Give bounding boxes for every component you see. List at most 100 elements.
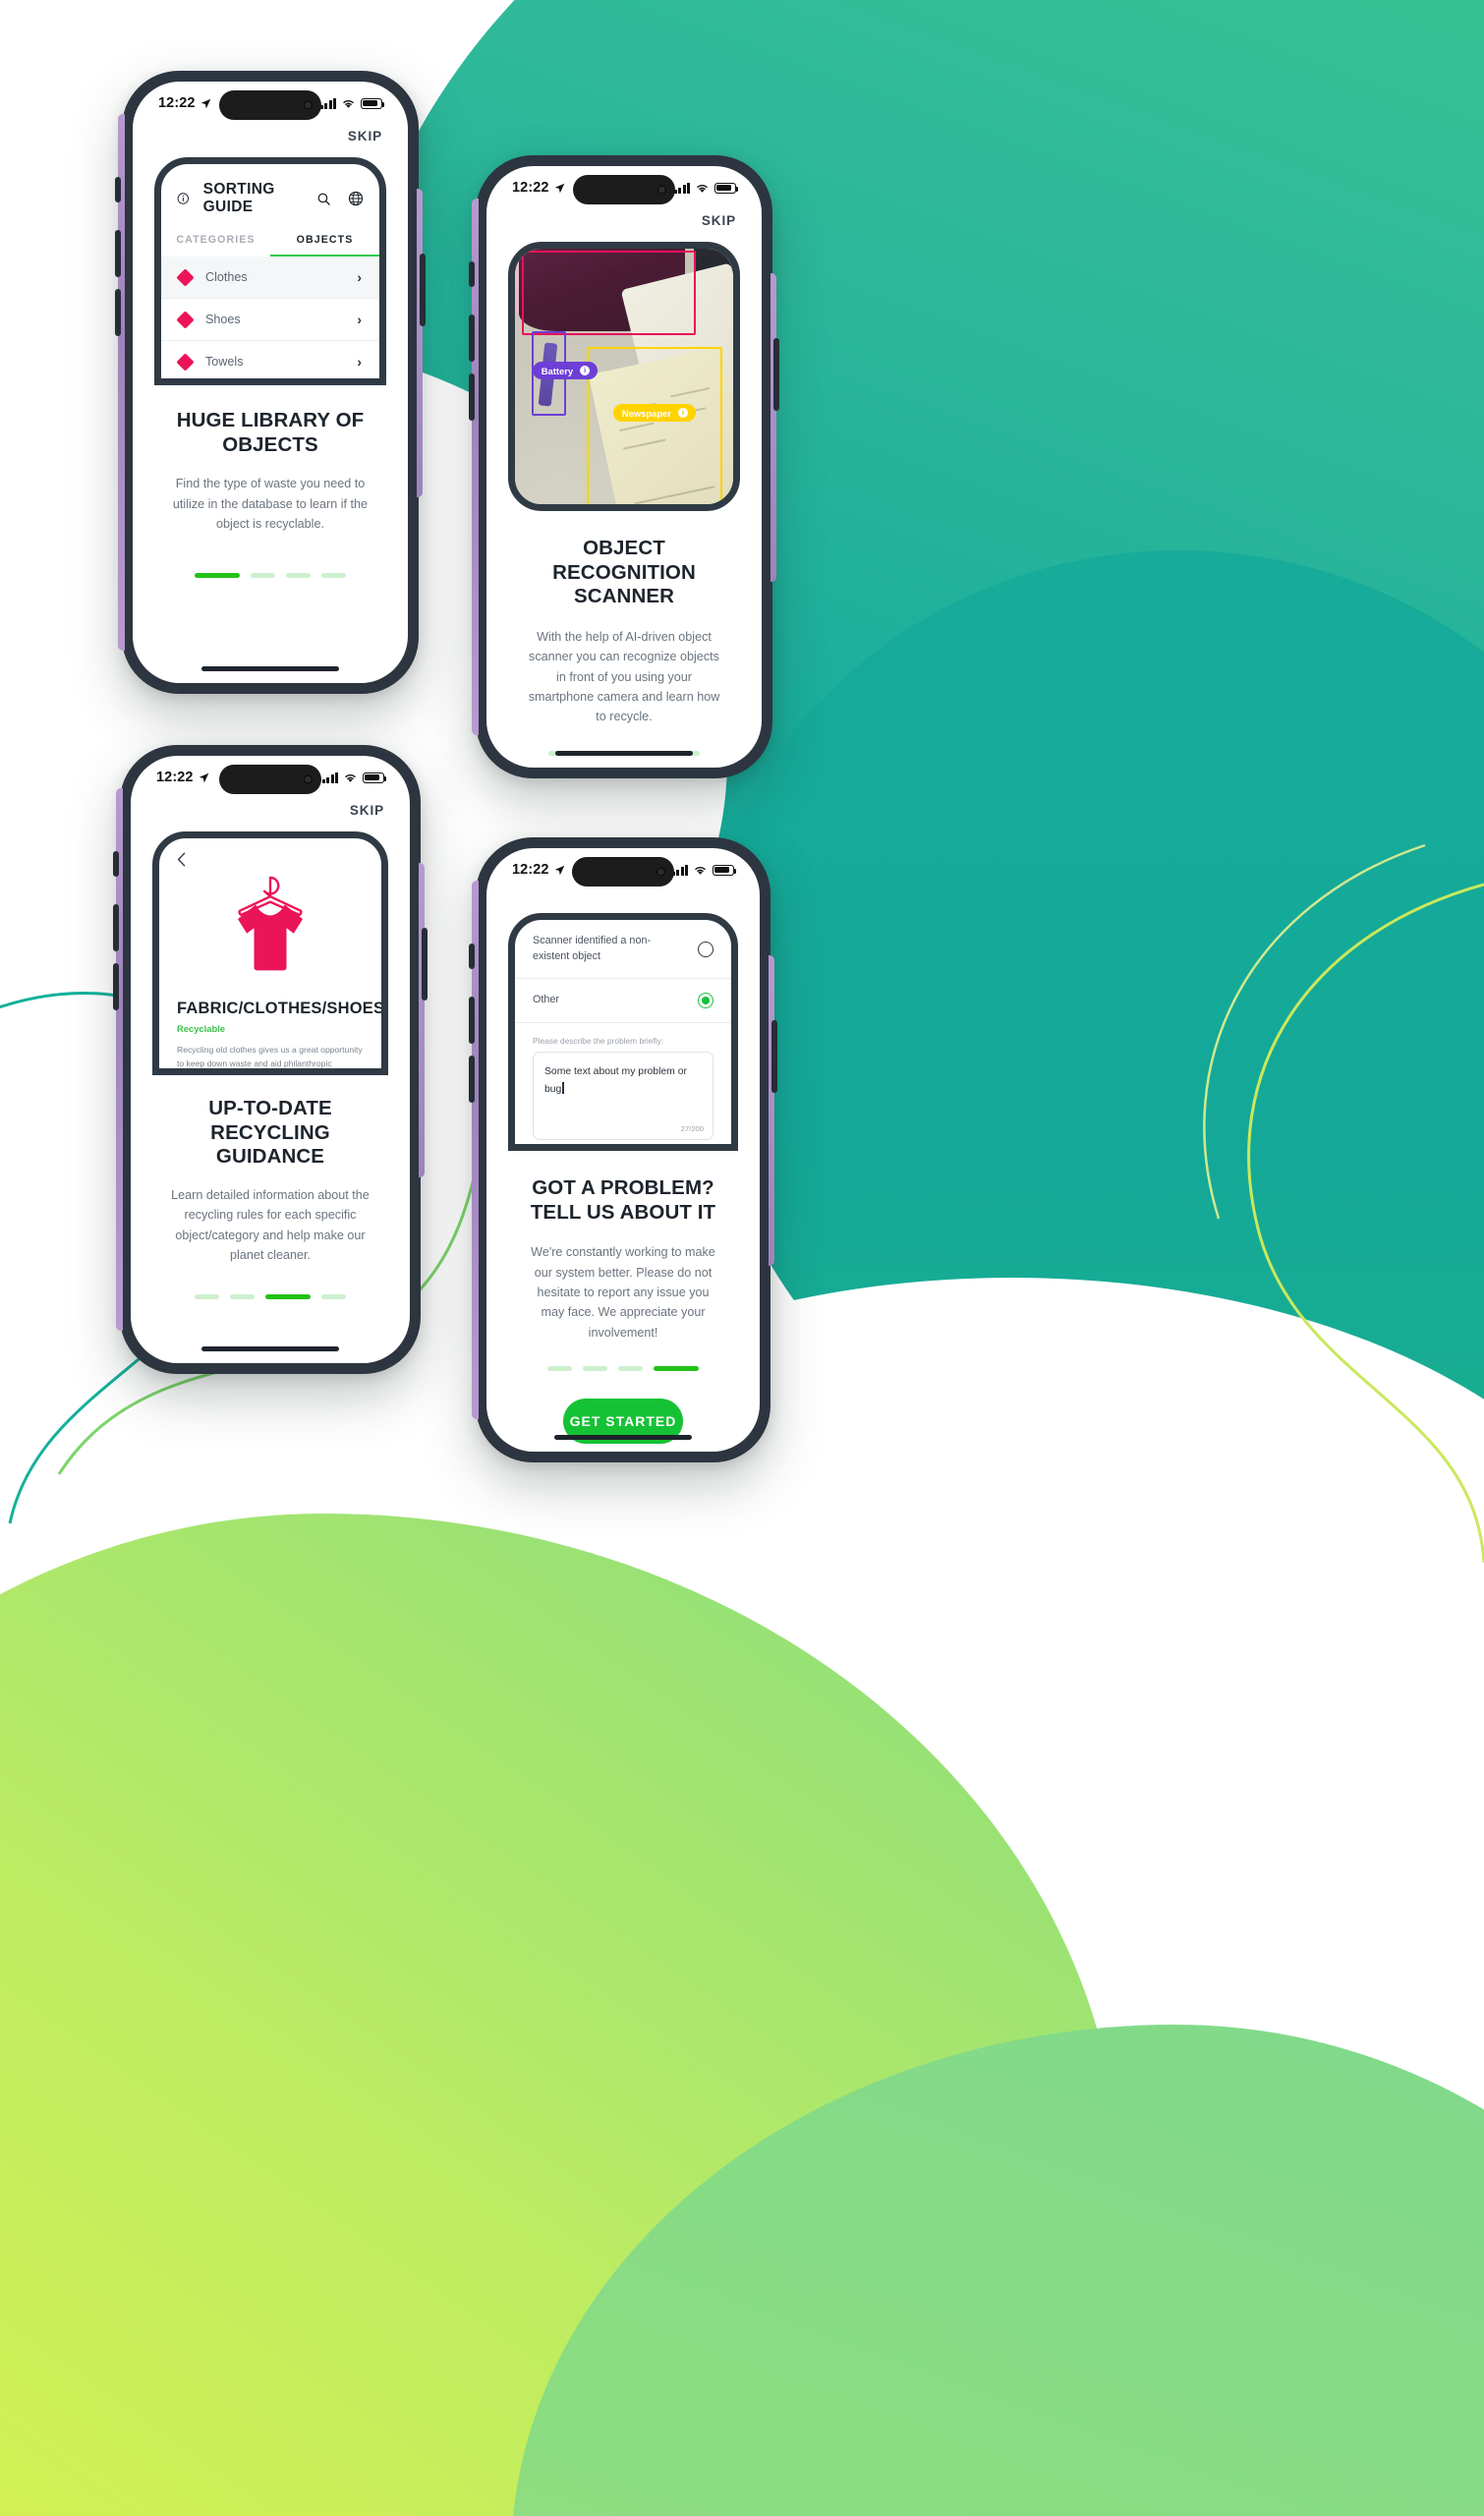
status-bar: 12:22	[486, 166, 762, 209]
status-bar: 12:22	[131, 756, 410, 799]
page-title: UP-TO-DATE RECYCLING GUIDANCE	[208, 1097, 332, 1169]
sorting-guide-title: SORTING GUIDE	[202, 181, 275, 215]
cellular-signal-icon	[674, 182, 690, 194]
dynamic-island	[219, 765, 321, 794]
detection-tag-label: Battery	[541, 365, 574, 376]
pagination-dot[interactable]	[654, 1366, 699, 1372]
detail-title: FABRIC/CLOTHES/SHOES	[177, 1000, 385, 1017]
search-icon[interactable]	[316, 192, 331, 206]
status-bar: 12:22	[133, 82, 408, 125]
detection-tag-battery[interactable]: Battery i	[532, 362, 599, 379]
dynamic-island	[572, 857, 674, 886]
pagination-dot[interactable]	[321, 1294, 346, 1300]
decorative-wave-right	[1203, 843, 1484, 1564]
skip-row: SKIP	[133, 125, 408, 143]
back-button[interactable]	[159, 838, 381, 872]
pagination-dot[interactable]	[286, 573, 311, 579]
status-bar-indicators	[320, 97, 385, 109]
onboarding-copy-feedback: GOT A PROBLEM? TELL US ABOUT IT We're co…	[486, 1176, 760, 1445]
pagination-dot[interactable]	[618, 1366, 643, 1372]
battery-icon	[363, 772, 387, 783]
detail-body: Recycling old clothes gives us a great o…	[177, 1045, 363, 1068]
radio-button-selected[interactable]	[698, 993, 713, 1009]
pagination-dot[interactable]	[195, 573, 240, 579]
poster-canvas: 12:22 SKIP SORTING GUIDE CATEGORIES OBJE…	[0, 0, 1484, 2516]
app-preview-sorting-guide: SORTING GUIDE CATEGORIES OBJECTS Clothes…	[154, 157, 386, 385]
home-indicator	[201, 1346, 339, 1351]
info-circle-icon[interactable]	[177, 191, 190, 206]
globe-icon[interactable]	[348, 191, 364, 206]
onboarding-copy-scanner: OBJECT RECOGNITION SCANNER With the help…	[486, 537, 762, 756]
detection-tag-newspaper[interactable]: Newspaper i	[612, 404, 696, 422]
radio-button-unselected[interactable]	[698, 941, 713, 957]
page-description: With the help of AI-driven object scanne…	[528, 629, 720, 724]
cellular-signal-icon	[322, 772, 338, 783]
list-item[interactable]: Towels ›	[161, 341, 379, 378]
tab-objects[interactable]: OBJECTS	[270, 229, 379, 257]
chevron-right-icon: ›	[357, 312, 362, 327]
location-arrow-icon	[554, 183, 564, 193]
tab-categories[interactable]: CATEGORIES	[161, 229, 270, 257]
info-badge-icon: i	[677, 408, 688, 418]
skip-button[interactable]: SKIP	[348, 129, 382, 143]
skip-button[interactable]: SKIP	[702, 213, 736, 228]
chevron-right-icon: ›	[357, 269, 362, 285]
page-description: We're constantly working to make our sys…	[531, 1245, 715, 1340]
detection-tag-label: Newspaper	[621, 407, 671, 419]
battery-icon	[714, 182, 739, 194]
pagination-dots	[170, 1294, 371, 1300]
app-preview-scanner: Battery i Newspaper i FOUND 3 OBJECTS	[508, 242, 740, 511]
radio-option-row[interactable]: Scanner identified a non-existent object	[515, 920, 731, 980]
radio-option-label: Other	[533, 994, 560, 1006]
phone-mockup-scanner: 12:22 SKIP Battery i Newspaper i OBJECT …	[469, 155, 779, 778]
pagination-dot[interactable]	[321, 573, 346, 579]
tshirt-on-hanger-icon	[238, 876, 303, 971]
problem-description-textarea[interactable]: Some text about my problem or bug 27/200	[533, 1052, 713, 1141]
status-bar-indicators	[322, 772, 387, 783]
list-item-label: Shoes	[205, 313, 241, 326]
detection-box-newspaper[interactable]	[587, 347, 722, 504]
screen-scanner: 12:22 SKIP Battery i Newspaper i OBJECT …	[486, 166, 762, 768]
list-item[interactable]: Curtains ›	[161, 383, 379, 385]
home-indicator	[201, 666, 339, 671]
info-badge-icon: i	[580, 366, 591, 375]
screen-library: 12:22 SKIP SORTING GUIDE CATEGORIES OBJE…	[133, 82, 408, 683]
pagination-dot[interactable]	[251, 573, 275, 579]
dynamic-island	[573, 175, 675, 204]
chevron-left-icon	[177, 852, 186, 867]
list-item[interactable]: Shoes ›	[161, 299, 379, 341]
pagination-dot[interactable]	[583, 1366, 607, 1372]
radio-option-label: Scanner identified a non-existent object	[533, 935, 652, 962]
skip-row: SKIP	[131, 799, 410, 818]
skip-button[interactable]: SKIP	[350, 803, 384, 818]
status-bar-indicators	[672, 864, 737, 876]
home-indicator	[555, 751, 693, 756]
wifi-icon	[697, 184, 708, 193]
chevron-right-icon: ›	[357, 354, 362, 370]
camera-viewfinder[interactable]: Battery i Newspaper i FOUND 3 OBJECTS	[515, 249, 733, 504]
status-bar-time: 12:22	[512, 862, 549, 878]
home-indicator	[554, 1435, 692, 1440]
list-item[interactable]: Clothes ›	[161, 257, 379, 299]
wifi-icon	[345, 773, 356, 782]
sorting-guide-header: SORTING GUIDE	[161, 164, 379, 229]
onboarding-copy-library: HUGE LIBRARY OF OBJECTS Find the type of…	[133, 409, 408, 579]
status-badge: Recyclable	[177, 1023, 225, 1034]
diamond-bullet-icon	[176, 352, 195, 372]
phone-mockup-feedback: 12:22 Scanner identified a non-existent …	[469, 837, 777, 1462]
page-description: Find the type of waste you need to utili…	[172, 477, 369, 531]
radio-option-row[interactable]: Other	[515, 979, 731, 1024]
location-arrow-icon	[199, 772, 208, 782]
detection-box-clothes[interactable]	[521, 251, 697, 335]
page-title: HUGE LIBRARY OF OBJECTS	[176, 409, 365, 456]
pagination-dot[interactable]	[265, 1294, 311, 1300]
pagination-dot[interactable]	[547, 1366, 572, 1372]
status-bar: 12:22	[486, 848, 760, 891]
onboarding-copy-guidance: UP-TO-DATE RECYCLING GUIDANCE Learn deta…	[131, 1097, 410, 1300]
cellular-signal-icon	[320, 97, 336, 109]
dynamic-island	[219, 90, 321, 120]
wifi-icon	[695, 866, 706, 875]
location-arrow-icon	[200, 98, 210, 108]
pagination-dot[interactable]	[195, 1294, 219, 1300]
pagination-dot[interactable]	[230, 1294, 255, 1300]
